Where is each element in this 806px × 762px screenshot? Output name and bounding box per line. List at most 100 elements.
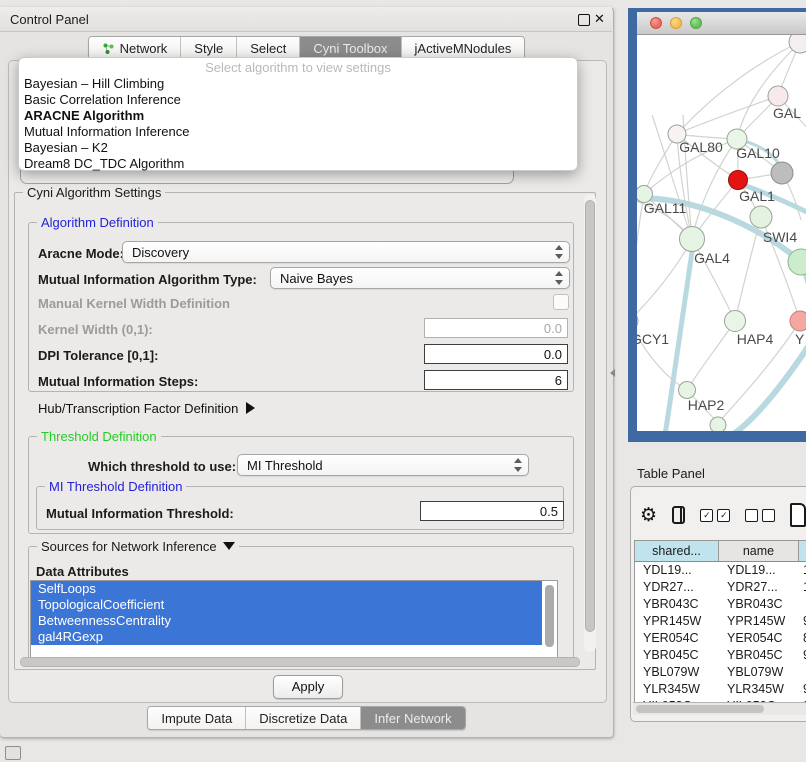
- settings-hscrollbar-thumb[interactable]: [20, 657, 580, 667]
- which-threshold-select[interactable]: MI Threshold: [237, 454, 529, 476]
- gear-icon[interactable]: ⚙: [640, 500, 657, 530]
- algorithm-dropdown-prompt: Select algorithm to view settings: [19, 60, 577, 76]
- select-all-columns-icon[interactable]: ✓ ✓: [700, 509, 730, 522]
- table-panel-toolbar: ⚙ ✓ ✓: [640, 498, 806, 532]
- aracne-mode-select[interactable]: Discovery: [122, 241, 570, 263]
- algorithm-option[interactable]: Basic Correlation Inference: [19, 92, 577, 108]
- mi-threshold-legend: MI Threshold Definition: [45, 479, 186, 494]
- table-cell: 9.: [799, 613, 806, 630]
- algorithm-definition-legend: Algorithm Definition: [37, 215, 158, 230]
- network-edge[interactable]: [737, 42, 800, 139]
- control-panel-title: Control Panel: [10, 12, 89, 27]
- network-edge[interactable]: [732, 333, 806, 431]
- network-edge[interactable]: [735, 217, 761, 321]
- table-row[interactable]: YBR043CYBR043C: [635, 596, 806, 613]
- network-node-label: GAL4: [694, 250, 730, 266]
- apply-button[interactable]: Apply: [273, 675, 343, 699]
- minimized-window-icon[interactable]: [5, 746, 21, 760]
- splitpane-collapse-handle[interactable]: [610, 369, 615, 377]
- attribute-list-scrollbar[interactable]: [545, 585, 554, 647]
- data-attributes-list[interactable]: SelfLoopsTopologicalCoefficientBetweenne…: [30, 580, 558, 657]
- table-cell: YBL079W: [719, 664, 799, 681]
- tab-discretize-data[interactable]: Discretize Data: [246, 707, 361, 729]
- tab-select[interactable]: Select: [237, 37, 300, 59]
- table-cell: YBR043C: [719, 596, 799, 613]
- network-node[interactable]: [768, 86, 788, 106]
- network-view-window: GALGAL80GAL10GAL1GAL11SWI4GAL4GCY1HAP4YH…: [628, 8, 806, 442]
- tab-jactivemnodules[interactable]: jActiveMNodules: [402, 37, 525, 59]
- network-node-label: HAP2: [688, 397, 725, 413]
- table-row[interactable]: YER054CYER054C8.: [635, 630, 806, 647]
- network-node-label: GAL11: [644, 200, 687, 216]
- tab-infer-network[interactable]: Infer Network: [361, 707, 464, 729]
- manual-kernel-label: Manual Kernel Width Definition: [38, 296, 230, 311]
- algorithm-option[interactable]: Dream8 DC_TDC Algorithm: [19, 156, 577, 172]
- control-panel-titlebar[interactable]: [0, 7, 612, 32]
- data-attribute-item[interactable]: SelfLoops: [31, 581, 542, 597]
- tab-style[interactable]: Style: [181, 37, 237, 59]
- kernel-width-input[interactable]: 0.0: [424, 318, 568, 338]
- network-node[interactable]: [680, 227, 705, 252]
- column-header-shared-name[interactable]: shared...: [635, 541, 719, 561]
- collapse-down-icon: [223, 542, 235, 550]
- network-node[interactable]: [729, 171, 748, 190]
- tab-cyni-toolbox[interactable]: Cyni Toolbox: [300, 37, 401, 59]
- table-row[interactable]: YDL19...YDL19...13: [635, 562, 806, 579]
- network-canvas[interactable]: GALGAL80GAL10GAL1GAL11SWI4GAL4GCY1HAP4YH…: [637, 35, 806, 431]
- network-edge[interactable]: [677, 96, 778, 134]
- network-node-label: GAL: [773, 105, 801, 121]
- column-header-cut[interactable]: [799, 541, 806, 561]
- network-node-label: GAL80: [679, 139, 723, 155]
- network-node[interactable]: [750, 206, 772, 228]
- hub-definition-toggle[interactable]: Hub/Transcription Factor Definition: [38, 401, 255, 416]
- network-window-titlebar[interactable]: [637, 12, 806, 35]
- algorithm-option[interactable]: Bayesian – Hill Climbing: [19, 76, 577, 92]
- table-row[interactable]: YDR27...YDR27...12: [635, 579, 806, 596]
- deselect-all-columns-icon[interactable]: [745, 509, 775, 522]
- dpi-tolerance-input[interactable]: 0.0: [424, 344, 568, 364]
- float-window-icon[interactable]: [578, 14, 590, 26]
- which-threshold-value: MI Threshold: [247, 458, 323, 473]
- table-cell: YDL19...: [719, 562, 799, 579]
- mac-zoom-icon[interactable]: [690, 17, 702, 29]
- data-attribute-item[interactable]: BetweennessCentrality: [31, 613, 542, 629]
- table-row[interactable]: YLR345WYLR345W9.: [635, 681, 806, 698]
- network-node[interactable]: [679, 382, 696, 399]
- network-node[interactable]: [790, 311, 806, 331]
- network-node[interactable]: [771, 162, 793, 184]
- manual-kernel-checkbox[interactable]: [553, 294, 569, 310]
- network-node[interactable]: [637, 312, 638, 330]
- network-edge[interactable]: [644, 134, 677, 194]
- algorithm-option[interactable]: ARACNE Algorithm: [19, 108, 577, 124]
- algorithm-option[interactable]: Bayesian – K2: [19, 140, 577, 156]
- mi-algorithm-type-select[interactable]: Naive Bayes: [270, 267, 570, 289]
- split-columns-icon[interactable]: [672, 506, 685, 524]
- data-attributes-label: Data Attributes: [36, 564, 129, 579]
- mac-minimize-icon[interactable]: [670, 17, 682, 29]
- data-attribute-item[interactable]: TopologicalCoefficient: [31, 597, 542, 613]
- mac-close-icon[interactable]: [650, 17, 662, 29]
- network-edge[interactable]: [687, 321, 735, 390]
- table-panel-title: Table Panel: [637, 466, 705, 481]
- table-row[interactable]: YPR145WYPR145W9.: [635, 613, 806, 630]
- column-header-name[interactable]: name: [719, 541, 799, 561]
- settings-vscrollbar-thumb[interactable]: [585, 200, 595, 632]
- algorithm-option[interactable]: Mutual Information Inference: [19, 124, 577, 140]
- data-attribute-item[interactable]: gal4RGexp: [31, 629, 542, 645]
- table-mode-icon[interactable]: [790, 503, 806, 527]
- mi-type-value: Naive Bayes: [280, 271, 353, 286]
- sources-legend[interactable]: Sources for Network Inference: [37, 539, 239, 554]
- table-row[interactable]: YBL079WYBL079W: [635, 664, 806, 681]
- tab-network[interactable]: Network: [89, 37, 182, 59]
- table-row[interactable]: YBR045CYBR045C9.: [635, 647, 806, 664]
- network-node[interactable]: [725, 311, 746, 332]
- mi-threshold-input[interactable]: 0.5: [420, 501, 564, 521]
- table-hscrollbar[interactable]: [633, 702, 806, 715]
- mi-steps-input[interactable]: 6: [424, 370, 568, 390]
- tab-impute-data[interactable]: Impute Data: [148, 707, 246, 729]
- table-body: YDL19...YDL19...13YDR27...YDR27...12YBR0…: [635, 562, 806, 705]
- close-icon[interactable]: ✕: [594, 11, 605, 27]
- collapse-right-icon: [246, 402, 255, 414]
- network-node[interactable]: [710, 417, 726, 431]
- table-hscrollbar-thumb[interactable]: [636, 705, 764, 713]
